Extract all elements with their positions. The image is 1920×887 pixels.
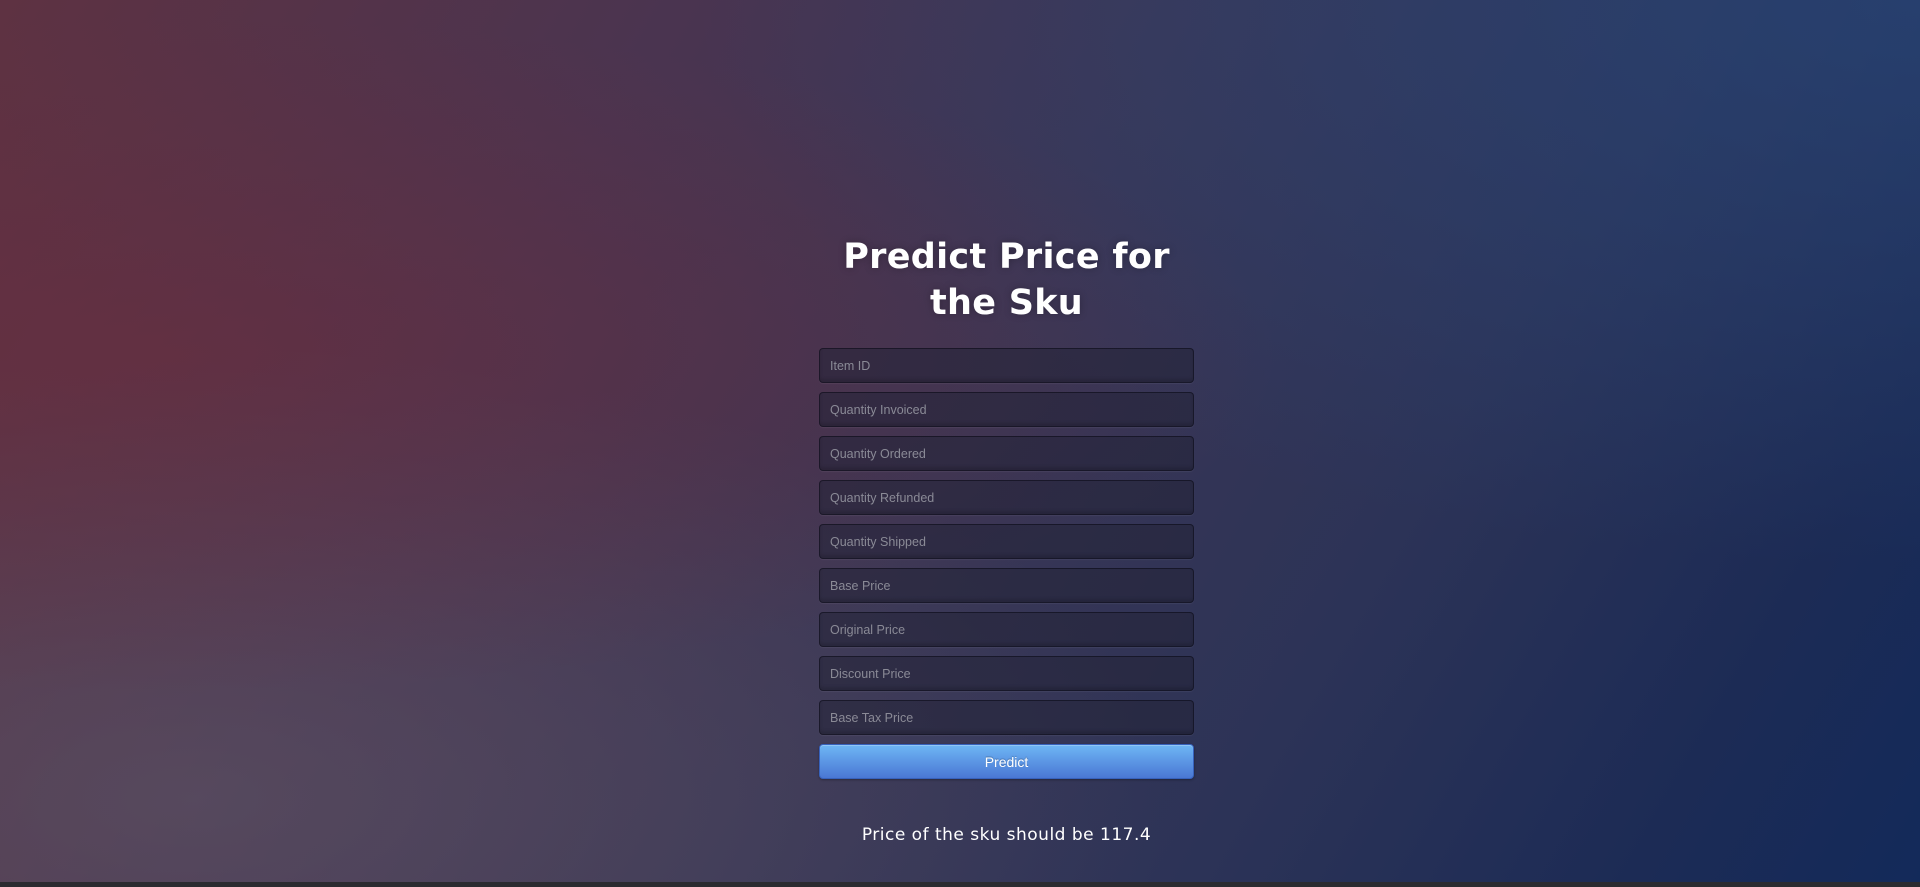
base-tax-price-input[interactable]	[819, 700, 1194, 735]
login-container: Predict Price for the Sku Predict Price …	[819, 234, 1194, 845]
original-price-input[interactable]	[819, 612, 1194, 647]
quantity-ordered-input[interactable]	[819, 436, 1194, 471]
quantity-refunded-input[interactable]	[819, 480, 1194, 515]
base-price-input[interactable]	[819, 568, 1194, 603]
quantity-shipped-input[interactable]	[819, 524, 1194, 559]
item-id-input[interactable]	[819, 348, 1194, 383]
discount-price-input[interactable]	[819, 656, 1194, 691]
quantity-invoiced-input[interactable]	[819, 392, 1194, 427]
page-title: Predict Price for the Sku	[843, 237, 1170, 323]
prediction-result: Price of the sku should be 117.4	[861, 825, 1152, 845]
bottom-bar	[0, 882, 1920, 887]
predict-button[interactable]: Predict	[819, 744, 1194, 779]
predict-form: Predict	[819, 348, 1194, 779]
